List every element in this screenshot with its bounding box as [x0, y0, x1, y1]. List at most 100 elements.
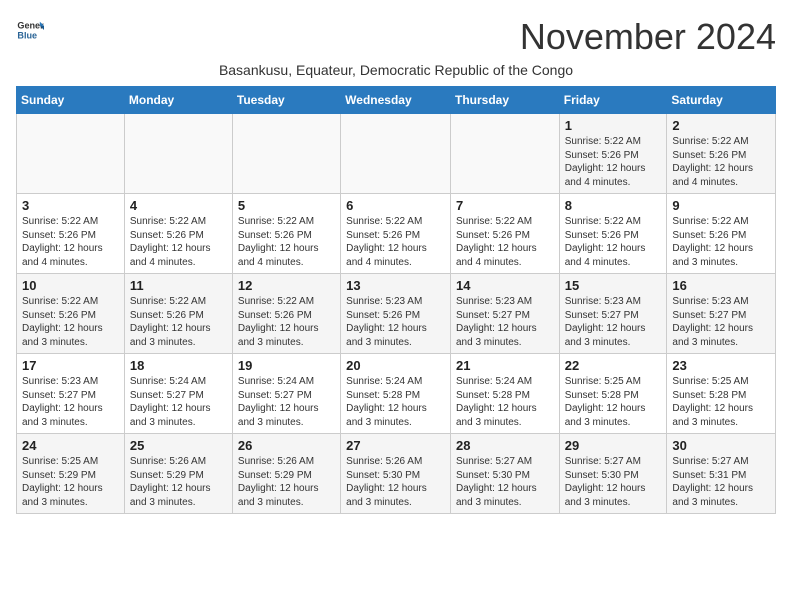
day-info: Sunrise: 5:23 AM Sunset: 5:27 PM Dayligh…: [565, 295, 662, 349]
calendar-cell: 9Sunrise: 5:22 AM Sunset: 5:26 PM Daylig…: [667, 194, 776, 274]
calendar-cell: [17, 114, 125, 194]
day-number: 17: [22, 358, 119, 373]
day-number: 20: [346, 358, 445, 373]
calendar-cell: 6 Sunrise: 5:22 AM Sunset: 5:26 PM Daylig…: [341, 194, 451, 274]
day-info: Sunrise: 5:26 AM Sunset: 5:29 PM Dayligh…: [130, 455, 227, 509]
page-container: General Blue November 2024 Basankusu, Eq…: [16, 16, 776, 514]
calendar-cell: 7 Sunrise: 5:22 AM Sunset: 5:26 PM Daylig…: [450, 194, 559, 274]
col-wednesday: Wednesday: [341, 87, 451, 114]
calendar-cell: 14 Sunrise: 5:23 AM Sunset: 5:27 PM Dayli…: [450, 274, 559, 354]
day-number: 10: [22, 278, 119, 293]
day-info: Sunrise: 5:27 AM Sunset: 5:30 PM Dayligh…: [565, 455, 662, 509]
day-info: Sunrise: 5:22 AM Sunset: 5:26 PM Dayligh…: [22, 215, 119, 269]
day-info: Sunrise: 5:22 AM Sunset: 5:26 PM Dayligh…: [22, 295, 119, 349]
day-number: 11: [130, 278, 227, 293]
calendar-week-3: 10 Sunrise: 5:22 AM Sunset: 5:26 PM Dayli…: [17, 274, 776, 354]
calendar-cell: 16 Sunrise: 5:23 AM Sunset: 5:27 PM Dayli…: [667, 274, 776, 354]
calendar-cell: 29 Sunrise: 5:27 AM Sunset: 5:30 PM Dayli…: [559, 434, 667, 514]
day-number: 15: [565, 278, 662, 293]
calendar-cell: 28 Sunrise: 5:27 AM Sunset: 5:30 PM Dayli…: [450, 434, 559, 514]
day-number: 26: [238, 438, 335, 453]
col-thursday: Thursday: [450, 87, 559, 114]
day-info: Sunrise: 5:22 AM Sunset: 5:26 PM Dayligh…: [672, 135, 770, 189]
day-number: 14: [456, 278, 554, 293]
day-number: 7: [456, 198, 554, 213]
calendar-cell: 19 Sunrise: 5:24 AM Sunset: 5:27 PM Dayli…: [232, 354, 340, 434]
calendar-cell: 8 Sunrise: 5:22 AM Sunset: 5:26 PM Daylig…: [559, 194, 667, 274]
calendar-cell: 17 Sunrise: 5:23 AM Sunset: 5:27 PM Dayli…: [17, 354, 125, 434]
generalblue-logo-icon: General Blue: [16, 16, 44, 44]
calendar-week-1: 1 Sunrise: 5:22 AM Sunset: 5:26 PM Daylig…: [17, 114, 776, 194]
calendar-cell: 23Sunrise: 5:25 AM Sunset: 5:28 PM Dayli…: [667, 354, 776, 434]
day-info: Sunrise: 5:26 AM Sunset: 5:29 PM Dayligh…: [238, 455, 335, 509]
calendar-cell: 25 Sunrise: 5:26 AM Sunset: 5:29 PM Dayli…: [124, 434, 232, 514]
day-info: Sunrise: 5:23 AM Sunset: 5:27 PM Dayligh…: [672, 295, 770, 349]
calendar-cell: 12 Sunrise: 5:22 AM Sunset: 5:26 PM Dayli…: [232, 274, 340, 354]
day-number: 18: [130, 358, 227, 373]
day-number: 6: [346, 198, 445, 213]
col-tuesday: Tuesday: [232, 87, 340, 114]
day-number: 28: [456, 438, 554, 453]
day-number: 25: [130, 438, 227, 453]
calendar-cell: 1 Sunrise: 5:22 AM Sunset: 5:26 PM Daylig…: [559, 114, 667, 194]
day-info: Sunrise: 5:24 AM Sunset: 5:27 PM Dayligh…: [238, 375, 335, 429]
calendar-cell: 11 Sunrise: 5:22 AM Sunset: 5:26 PM Dayli…: [124, 274, 232, 354]
day-number: 29: [565, 438, 662, 453]
day-number: 4: [130, 198, 227, 213]
calendar-cell: 3 Sunrise: 5:22 AM Sunset: 5:26 PM Daylig…: [17, 194, 125, 274]
day-number: 12: [238, 278, 335, 293]
calendar-cell: 24 Sunrise: 5:25 AM Sunset: 5:29 PM Dayli…: [17, 434, 125, 514]
day-number: 30: [672, 438, 770, 453]
day-info: Sunrise: 5:22 AM Sunset: 5:26 PM Dayligh…: [238, 295, 335, 349]
day-number: 24: [22, 438, 119, 453]
calendar-cell: 4 Sunrise: 5:22 AM Sunset: 5:26 PM Daylig…: [124, 194, 232, 274]
logo: General Blue: [16, 16, 44, 44]
col-monday: Monday: [124, 87, 232, 114]
calendar-week-4: 17 Sunrise: 5:23 AM Sunset: 5:27 PM Dayli…: [17, 354, 776, 434]
col-friday: Friday: [559, 87, 667, 114]
day-info: Sunrise: 5:24 AM Sunset: 5:28 PM Dayligh…: [456, 375, 554, 429]
calendar-cell: 2Sunrise: 5:22 AM Sunset: 5:26 PM Daylig…: [667, 114, 776, 194]
day-info: Sunrise: 5:23 AM Sunset: 5:26 PM Dayligh…: [346, 295, 445, 349]
location-title: Basankusu, Equateur, Democratic Republic…: [16, 62, 776, 78]
col-sunday: Sunday: [17, 87, 125, 114]
day-number: 1: [565, 118, 662, 133]
calendar-table: Sunday Monday Tuesday Wednesday Thursday…: [16, 86, 776, 514]
day-number: 13: [346, 278, 445, 293]
calendar-cell: 21 Sunrise: 5:24 AM Sunset: 5:28 PM Dayli…: [450, 354, 559, 434]
calendar-cell: 30Sunrise: 5:27 AM Sunset: 5:31 PM Dayli…: [667, 434, 776, 514]
day-info: Sunrise: 5:22 AM Sunset: 5:26 PM Dayligh…: [130, 295, 227, 349]
day-number: 19: [238, 358, 335, 373]
day-info: Sunrise: 5:25 AM Sunset: 5:28 PM Dayligh…: [672, 375, 770, 429]
day-info: Sunrise: 5:22 AM Sunset: 5:26 PM Dayligh…: [130, 215, 227, 269]
day-info: Sunrise: 5:22 AM Sunset: 5:26 PM Dayligh…: [565, 215, 662, 269]
day-info: Sunrise: 5:25 AM Sunset: 5:29 PM Dayligh…: [22, 455, 119, 509]
calendar-cell: 26 Sunrise: 5:26 AM Sunset: 5:29 PM Dayli…: [232, 434, 340, 514]
day-info: Sunrise: 5:22 AM Sunset: 5:26 PM Dayligh…: [346, 215, 445, 269]
day-info: Sunrise: 5:25 AM Sunset: 5:28 PM Dayligh…: [565, 375, 662, 429]
day-number: 22: [565, 358, 662, 373]
calendar-cell: 20Sunrise: 5:24 AM Sunset: 5:28 PM Dayli…: [341, 354, 451, 434]
day-number: 8: [565, 198, 662, 213]
col-saturday: Saturday: [667, 87, 776, 114]
calendar-cell: 15 Sunrise: 5:23 AM Sunset: 5:27 PM Dayli…: [559, 274, 667, 354]
day-info: Sunrise: 5:24 AM Sunset: 5:27 PM Dayligh…: [130, 375, 227, 429]
day-number: 16: [672, 278, 770, 293]
calendar-cell: 10 Sunrise: 5:22 AM Sunset: 5:26 PM Dayli…: [17, 274, 125, 354]
day-number: 3: [22, 198, 119, 213]
day-info: Sunrise: 5:22 AM Sunset: 5:26 PM Dayligh…: [238, 215, 335, 269]
svg-text:Blue: Blue: [17, 30, 37, 40]
calendar-cell: 27Sunrise: 5:26 AM Sunset: 5:30 PM Dayli…: [341, 434, 451, 514]
calendar-cell: [124, 114, 232, 194]
calendar-week-5: 24 Sunrise: 5:25 AM Sunset: 5:29 PM Dayli…: [17, 434, 776, 514]
calendar-cell: [341, 114, 451, 194]
day-number: 27: [346, 438, 445, 453]
day-info: Sunrise: 5:27 AM Sunset: 5:30 PM Dayligh…: [456, 455, 554, 509]
calendar-cell: 13 Sunrise: 5:23 AM Sunset: 5:26 PM Dayli…: [341, 274, 451, 354]
day-info: Sunrise: 5:22 AM Sunset: 5:26 PM Dayligh…: [565, 135, 662, 189]
day-info: Sunrise: 5:23 AM Sunset: 5:27 PM Dayligh…: [456, 295, 554, 349]
day-info: Sunrise: 5:23 AM Sunset: 5:27 PM Dayligh…: [22, 375, 119, 429]
day-number: 5: [238, 198, 335, 213]
day-number: 21: [456, 358, 554, 373]
day-info: Sunrise: 5:22 AM Sunset: 5:26 PM Dayligh…: [456, 215, 554, 269]
